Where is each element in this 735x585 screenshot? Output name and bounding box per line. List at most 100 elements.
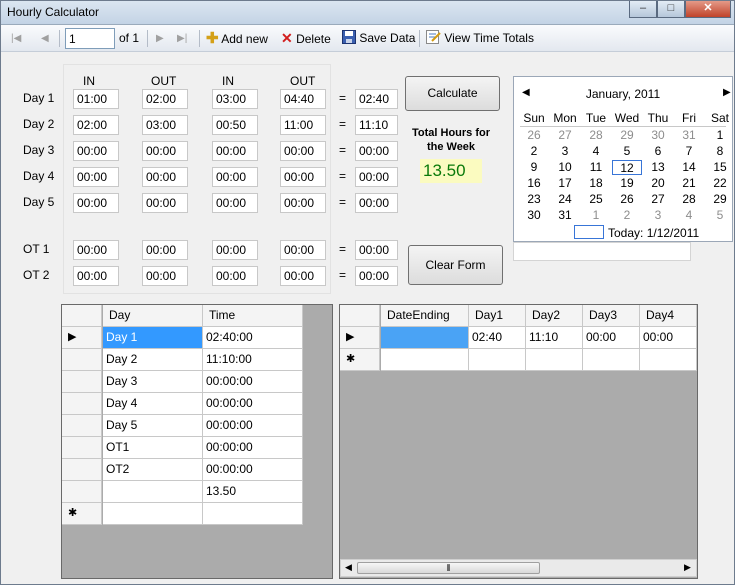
time-input[interactable]: 00:00 [280, 167, 326, 187]
time-input[interactable]: 00:00 [142, 167, 188, 187]
time-input[interactable]: 00:00 [280, 141, 326, 161]
calendar-day[interactable]: 28 [674, 192, 704, 207]
scroll-left-icon[interactable]: ◀ [345, 562, 352, 573]
calendar-day[interactable]: 31 [550, 208, 580, 223]
column-header[interactable]: Day2 [526, 305, 583, 327]
time-input[interactable]: 00:00 [212, 193, 258, 213]
time-input[interactable]: 00:50 [212, 115, 258, 135]
row-header[interactable] [62, 415, 102, 437]
grid-cell[interactable] [103, 481, 203, 503]
calendar-day[interactable]: 30 [643, 128, 673, 143]
status-textbox[interactable] [513, 242, 691, 261]
calendar-day[interactable]: 1 [581, 208, 611, 223]
row-header[interactable]: ▶ [62, 327, 102, 349]
time-input[interactable]: 02:00 [73, 115, 119, 135]
calendar-day[interactable]: 24 [550, 192, 580, 207]
calendar-day[interactable]: 25 [581, 192, 611, 207]
grid-cell[interactable]: 00:00 [640, 327, 697, 349]
calendar-day[interactable]: 15 [705, 160, 735, 175]
calendar-day[interactable]: 7 [674, 144, 704, 159]
calendar-day[interactable]: 10 [550, 160, 580, 175]
row-header[interactable] [62, 481, 102, 503]
calendar-day[interactable]: 27 [643, 192, 673, 207]
row-header[interactable] [62, 371, 102, 393]
title-bar[interactable]: Hourly Calculator – □ ✕ [1, 1, 734, 25]
calendar-day[interactable]: 3 [643, 208, 673, 223]
calendar-day[interactable]: 22 [705, 176, 735, 191]
time-input[interactable]: 04:40 [280, 89, 326, 109]
grid-cell[interactable]: 02:40 [469, 327, 526, 349]
new-row-cell[interactable] [526, 349, 583, 371]
new-row-cell[interactable] [640, 349, 697, 371]
new-row-cell[interactable] [381, 349, 469, 371]
position-input[interactable] [65, 28, 115, 49]
grid-cell[interactable]: Day 5 [103, 415, 203, 437]
time-input[interactable]: 03:00 [142, 115, 188, 135]
calendar-next-icon[interactable]: ▶ [723, 87, 731, 98]
calendar-day[interactable]: 4 [581, 144, 611, 159]
save-data-button[interactable]: Save Data [342, 29, 415, 48]
grid-cell[interactable]: OT2 [103, 459, 203, 481]
calendar-day[interactable]: 18 [581, 176, 611, 191]
grid-cell[interactable]: 13.50 [203, 481, 303, 503]
calendar-day[interactable]: 3 [550, 144, 580, 159]
calendar-day[interactable]: 12 [612, 160, 642, 175]
time-input[interactable]: 00:00 [280, 240, 326, 260]
grid-cell[interactable]: 00:00:00 [203, 459, 303, 481]
new-row-header[interactable]: ✱ [340, 349, 380, 371]
time-input[interactable]: 00:00 [142, 141, 188, 161]
time-input[interactable]: 00:00 [73, 240, 119, 260]
calendar-day[interactable]: 9 [519, 160, 549, 175]
time-input[interactable]: 00:00 [212, 266, 258, 286]
time-input[interactable]: 00:00 [73, 193, 119, 213]
close-button[interactable]: ✕ [685, 1, 731, 18]
calendar-day[interactable]: 29 [612, 128, 642, 143]
grid-cell[interactable]: OT1 [103, 437, 203, 459]
row-header[interactable] [62, 437, 102, 459]
calendar-today-link[interactable]: Today: 1/12/2011 [608, 226, 699, 240]
calendar-day[interactable]: 6 [643, 144, 673, 159]
column-header[interactable]: Day1 [469, 305, 526, 327]
time-input[interactable]: 00:00 [142, 193, 188, 213]
grid-cell[interactable]: Day 4 [103, 393, 203, 415]
time-input[interactable]: 00:00 [212, 240, 258, 260]
day-totals-grid[interactable]: Day Time ▶ Day 1 02:40:00 Day 2 11:10:00 Day 30… [61, 304, 333, 579]
time-input[interactable]: 00:00 [73, 167, 119, 187]
grid-cell[interactable]: 02:40:00 [203, 327, 303, 349]
time-input[interactable]: 01:00 [73, 89, 119, 109]
time-input[interactable]: 11:00 [280, 115, 326, 135]
new-row-cell[interactable] [203, 503, 303, 525]
maximize-button[interactable]: □ [657, 1, 685, 18]
calendar-day[interactable]: 28 [581, 128, 611, 143]
calculate-button[interactable]: Calculate [405, 76, 500, 111]
calendar-day[interactable]: 2 [519, 144, 549, 159]
horizontal-scrollbar[interactable]: ◀ ⦀ ▶ [340, 559, 697, 577]
add-new-button[interactable]: ✚ Add new [206, 29, 268, 48]
weekly-records-grid[interactable]: DateEnding Day1 Day2 Day3 Day4 ▶ 02:40 11:10 00:… [339, 304, 698, 579]
time-input[interactable]: 00:00 [280, 193, 326, 213]
grid-cell[interactable]: Day 2 [103, 349, 203, 371]
calendar-day[interactable]: 8 [705, 144, 735, 159]
new-row-header[interactable]: ✱ [62, 503, 102, 525]
minimize-button[interactable]: – [629, 1, 657, 18]
new-row-cell[interactable] [583, 349, 640, 371]
grid-cell[interactable]: 00:00:00 [203, 415, 303, 437]
grid-cell[interactable]: Day 1 [103, 327, 203, 349]
row-header[interactable] [62, 393, 102, 415]
calendar-day[interactable]: 5 [612, 144, 642, 159]
grid-cell[interactable] [381, 327, 469, 349]
column-header[interactable]: Day [103, 305, 203, 327]
grid-cell[interactable]: 00:00:00 [203, 393, 303, 415]
calendar-day[interactable]: 11 [581, 160, 611, 175]
time-input[interactable]: 00:00 [142, 266, 188, 286]
calendar-day[interactable]: 17 [550, 176, 580, 191]
time-input[interactable]: 00:00 [212, 167, 258, 187]
column-header[interactable]: Day4 [640, 305, 697, 327]
calendar-day[interactable]: 26 [612, 192, 642, 207]
grid-cell[interactable]: 11:10 [526, 327, 583, 349]
scroll-right-icon[interactable]: ▶ [684, 562, 691, 573]
calendar-day[interactable]: 31 [674, 128, 704, 143]
calendar-month-title[interactable]: January, 2011 [514, 87, 732, 101]
row-header[interactable] [62, 349, 102, 371]
move-next-icon[interactable]: ▶ [156, 29, 164, 48]
